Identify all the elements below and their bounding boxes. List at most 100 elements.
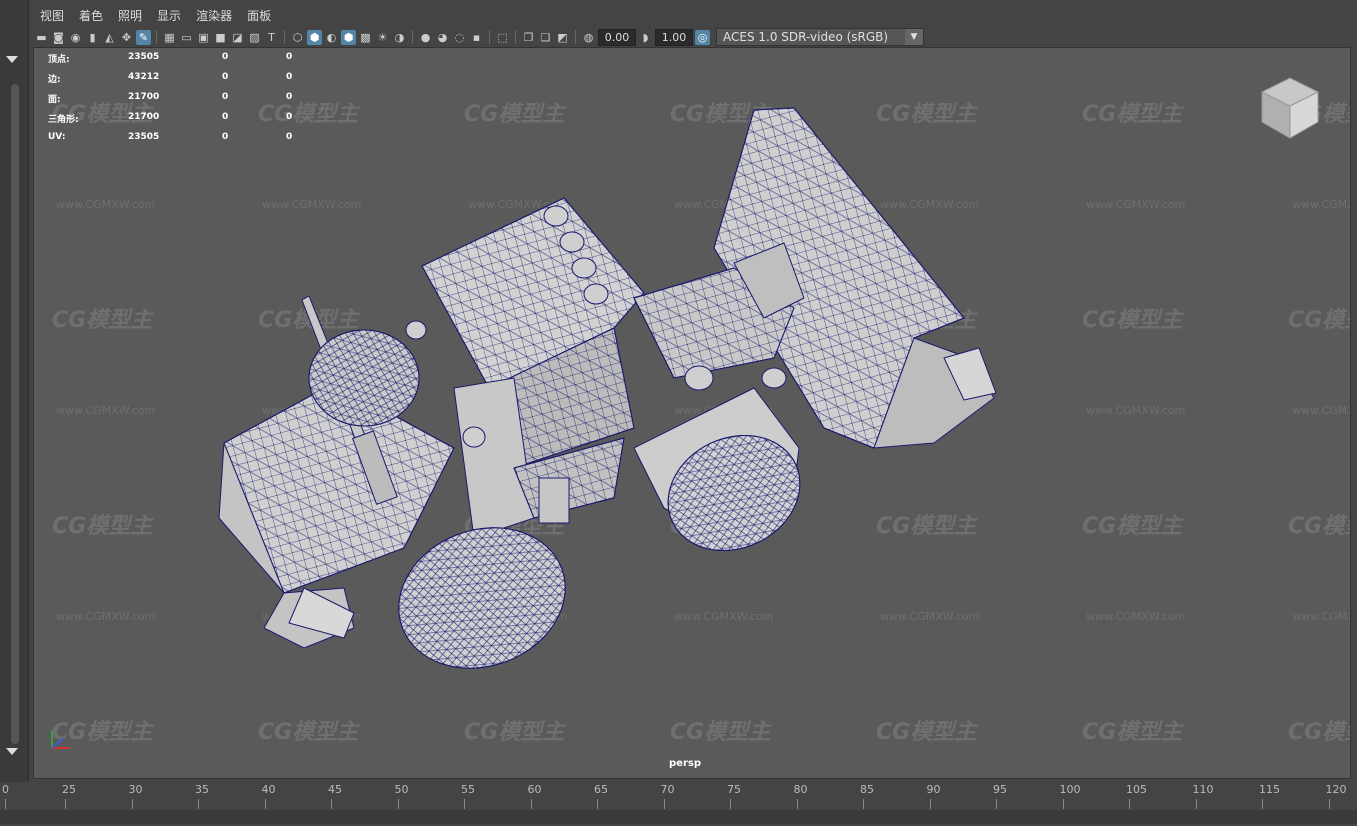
exposure-field[interactable]: 0.00 <box>598 28 636 46</box>
anti-aliasing-icon[interactable]: ◌ <box>452 30 467 45</box>
wireframe-icon[interactable]: ⬡ <box>290 30 305 45</box>
safe-title-icon[interactable]: T <box>264 30 279 45</box>
timeline-tick-mark <box>1262 799 1263 809</box>
camera-name-label: persp <box>669 758 701 769</box>
safe-action-icon[interactable]: ▨ <box>247 30 262 45</box>
menu-renderer[interactable]: 渲染器 <box>190 4 241 26</box>
perspective-viewport[interactable]: CG模型主CG模型主CG模型主CG模型主CG模型主CG模型主CG模型主CG模型主… <box>33 47 1351 779</box>
shadows-icon[interactable]: ◑ <box>392 30 407 45</box>
axis-gizmo <box>51 730 70 749</box>
panel-menubar: 视图 着色 照明 显示 渲染器 面板 <box>34 4 280 26</box>
poly-count-hud: 顶点: 23505 0 0 边: 43212 0 0 面: 21700 0 0 … <box>48 48 308 148</box>
image-plane-icon[interactable]: ◭ <box>102 30 117 45</box>
timeline-tick-mark <box>1328 799 1330 809</box>
timeline-tick-mark <box>5 799 6 809</box>
menu-panels[interactable]: 面板 <box>241 4 280 26</box>
timeline-tick-mark <box>1062 799 1064 809</box>
left-panel-strip <box>0 0 29 782</box>
use-all-lights-icon[interactable]: ☀ <box>375 30 390 45</box>
separator <box>284 30 285 44</box>
bookmark-camera-icon[interactable]: ◉ <box>68 30 83 45</box>
timeline-tick-mark <box>530 799 532 809</box>
timeline-tick-label: 100 <box>1059 783 1081 796</box>
hud-row-faces: 面: 21700 0 0 <box>48 92 293 105</box>
gate-mask-icon[interactable]: ■ <box>213 30 228 45</box>
timeline-tick-label: 30 <box>128 783 143 796</box>
separator <box>575 30 576 44</box>
tractor-wireframe-model[interactable] <box>34 48 1350 778</box>
xray-joints-icon[interactable]: ◩ <box>555 30 570 45</box>
timeline-tick-mark <box>796 799 798 809</box>
timeline-bar[interactable] <box>0 810 1357 824</box>
motion-blur-icon[interactable]: ◕ <box>435 30 450 45</box>
hud-row-vertices: 顶点: 23505 0 0 <box>48 52 293 65</box>
timeline-tick-label: 95 <box>993 783 1007 796</box>
timeline-tick-mark <box>65 799 66 809</box>
separator <box>515 30 516 44</box>
hud-row-uvs: UV: 23505 0 0 <box>48 132 293 142</box>
timeline-tick-label: 115 <box>1259 783 1280 796</box>
timeline-tick-label: 85 <box>860 783 874 796</box>
hud-row-edges: 边: 43212 0 0 <box>48 72 293 85</box>
isolate-select-icon[interactable]: ⬚ <box>495 30 510 45</box>
timeline-tick-label: 25 <box>62 783 76 796</box>
timeline-tick-mark <box>264 799 266 809</box>
timeline-tick-label: 70 <box>660 783 675 796</box>
gamma-icon: ◗ <box>642 30 649 44</box>
timeline-tick-label: 105 <box>1126 783 1147 796</box>
timeline-tick-label: 0 <box>2 783 9 796</box>
bookmark-icon[interactable]: ▮ <box>85 30 100 45</box>
timeline-tick-label: 60 <box>527 783 542 796</box>
timeline-tick-mark <box>597 799 598 809</box>
grid-icon[interactable]: ▦ <box>162 30 177 45</box>
timeline-tick-mark <box>131 799 133 809</box>
wireframe-on-shaded-icon[interactable]: ⬢ <box>341 29 356 45</box>
timeline-tick-label: 65 <box>594 783 608 796</box>
view-cube[interactable] <box>1254 74 1320 144</box>
timeline-tick-mark <box>331 799 332 809</box>
textured-icon[interactable]: ▩ <box>358 30 373 45</box>
separator <box>156 30 157 44</box>
timeline-tick-label: 50 <box>394 783 409 796</box>
color-space-select[interactable]: ACES 1.0 SDR-video (sRGB) ▼ <box>716 28 924 46</box>
timeline-tick-mark <box>996 799 997 809</box>
timeline-tick-label: 40 <box>261 783 276 796</box>
time-slider[interactable]: 0 25 30 35 40 45 50 55 60 65 70 75 80 85 90 95 100 105 110… <box>0 783 1357 826</box>
menu-show[interactable]: 显示 <box>151 4 190 26</box>
field-chart-icon[interactable]: ◪ <box>230 30 245 45</box>
exposure-icon: ◍ <box>583 30 594 44</box>
scrollbar[interactable] <box>11 84 19 744</box>
ambient-occlusion-icon[interactable]: ● <box>418 30 433 45</box>
2d-pan-zoom-icon[interactable]: ✥ <box>119 30 134 45</box>
chevron-down-icon[interactable]: ▼ <box>905 29 923 45</box>
xray-icon[interactable]: ❐ <box>521 30 536 45</box>
timeline-tick-mark <box>1195 799 1197 809</box>
scroll-up-arrow[interactable] <box>6 56 18 63</box>
xray-active-icon[interactable]: ❏ <box>538 30 553 45</box>
gamma-field[interactable]: 1.00 <box>655 28 693 46</box>
menu-view[interactable]: 视图 <box>34 4 73 26</box>
hud-row-triangles: 三角形: 21700 0 0 <box>48 112 293 125</box>
timeline-tick-mark <box>198 799 199 809</box>
default-material-icon[interactable]: ◐ <box>324 30 339 45</box>
camera-attributes-icon[interactable]: ◙ <box>51 30 66 45</box>
timeline-tick-mark <box>464 799 465 809</box>
film-gate-icon[interactable]: ▭ <box>179 30 194 45</box>
smooth-shade-icon[interactable]: ⬢ <box>307 29 322 45</box>
depth-of-field-icon[interactable]: ▪ <box>469 30 484 45</box>
select-camera-icon[interactable]: ▬ <box>34 30 49 45</box>
timeline-tick-mark <box>1129 799 1130 809</box>
color-management-icon[interactable]: ◎ <box>695 29 710 45</box>
color-space-value: ACES 1.0 SDR-video (sRGB) <box>723 30 889 44</box>
timeline-tick-label: 45 <box>328 783 342 796</box>
resolution-gate-icon[interactable]: ▣ <box>196 30 211 45</box>
grease-pencil-icon[interactable]: ✎ <box>136 29 151 45</box>
menu-lighting[interactable]: 照明 <box>112 4 151 26</box>
separator <box>489 30 490 44</box>
menu-shading[interactable]: 着色 <box>73 4 112 26</box>
scroll-down-arrow[interactable] <box>6 748 18 755</box>
timeline-tick-label: 110 <box>1192 783 1214 796</box>
timeline-tick-label: 80 <box>793 783 808 796</box>
timeline-tick-label: 90 <box>926 783 941 796</box>
timeline-tick-label: 75 <box>727 783 741 796</box>
